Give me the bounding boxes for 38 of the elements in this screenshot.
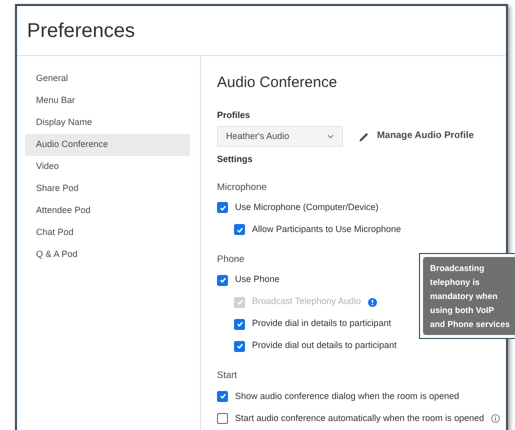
- sidebar-item[interactable]: Q & A Pod: [25, 244, 190, 266]
- help-icon[interactable]: [368, 298, 377, 306]
- option-label: Provide dial out details to participant: [252, 339, 397, 352]
- profile-dropdown[interactable]: Heather's Audio: [217, 126, 343, 147]
- option-label: Show audio conference dialog when the room is opened: [235, 390, 460, 403]
- option-label: Use Phone: [235, 273, 280, 286]
- profiles-label: Profiles: [217, 108, 252, 122]
- sidebar-item[interactable]: Chat Pod: [25, 222, 190, 244]
- window-title: Preferences: [27, 18, 135, 44]
- checkbox[interactable]: [234, 224, 245, 236]
- option-label: Start audio conference automatically when the room is opened: [235, 412, 484, 425]
- option-label: Provide dial in details to participant: [252, 317, 392, 330]
- option-label: Use Microphone (Computer/Device): [235, 201, 379, 214]
- sidebar-item[interactable]: Audio Conference: [25, 134, 190, 156]
- section-heading: Audio Conference: [217, 73, 338, 93]
- group-title: Start: [217, 369, 238, 383]
- checkbox[interactable]: [217, 274, 228, 286]
- checkbox[interactable]: [217, 390, 228, 402]
- sidebar-item[interactable]: Display Name: [25, 112, 190, 134]
- checkbox[interactable]: [234, 340, 245, 352]
- sidebar-item[interactable]: Attendee Pod: [25, 200, 190, 222]
- chevron-down-icon: [327, 134, 334, 139]
- group-title: Microphone: [217, 180, 268, 194]
- tooltip: Broadcasting telephony is mandatory when using both VoIP and Phone services: [419, 253, 515, 339]
- pencil-icon: [359, 132, 369, 142]
- sidebar-item[interactable]: Video: [25, 156, 190, 178]
- manage-profile-link[interactable]: Manage Audio Profile: [359, 129, 474, 144]
- sidebar-item[interactable]: General: [25, 68, 190, 90]
- checkbox[interactable]: [217, 202, 228, 214]
- checkbox[interactable]: [217, 412, 228, 424]
- info-icon[interactable]: [491, 414, 500, 423]
- option-label: Broadcast Telephony Audio: [252, 295, 361, 308]
- checkbox[interactable]: [234, 318, 245, 330]
- sidebar-item[interactable]: Share Pod: [25, 178, 190, 200]
- option-label: Allow Participants to Use Microphone: [252, 223, 402, 236]
- group-title: Phone: [217, 252, 246, 267]
- sidebar-item[interactable]: Menu Bar: [25, 90, 190, 112]
- settings-label: Settings: [217, 153, 254, 166]
